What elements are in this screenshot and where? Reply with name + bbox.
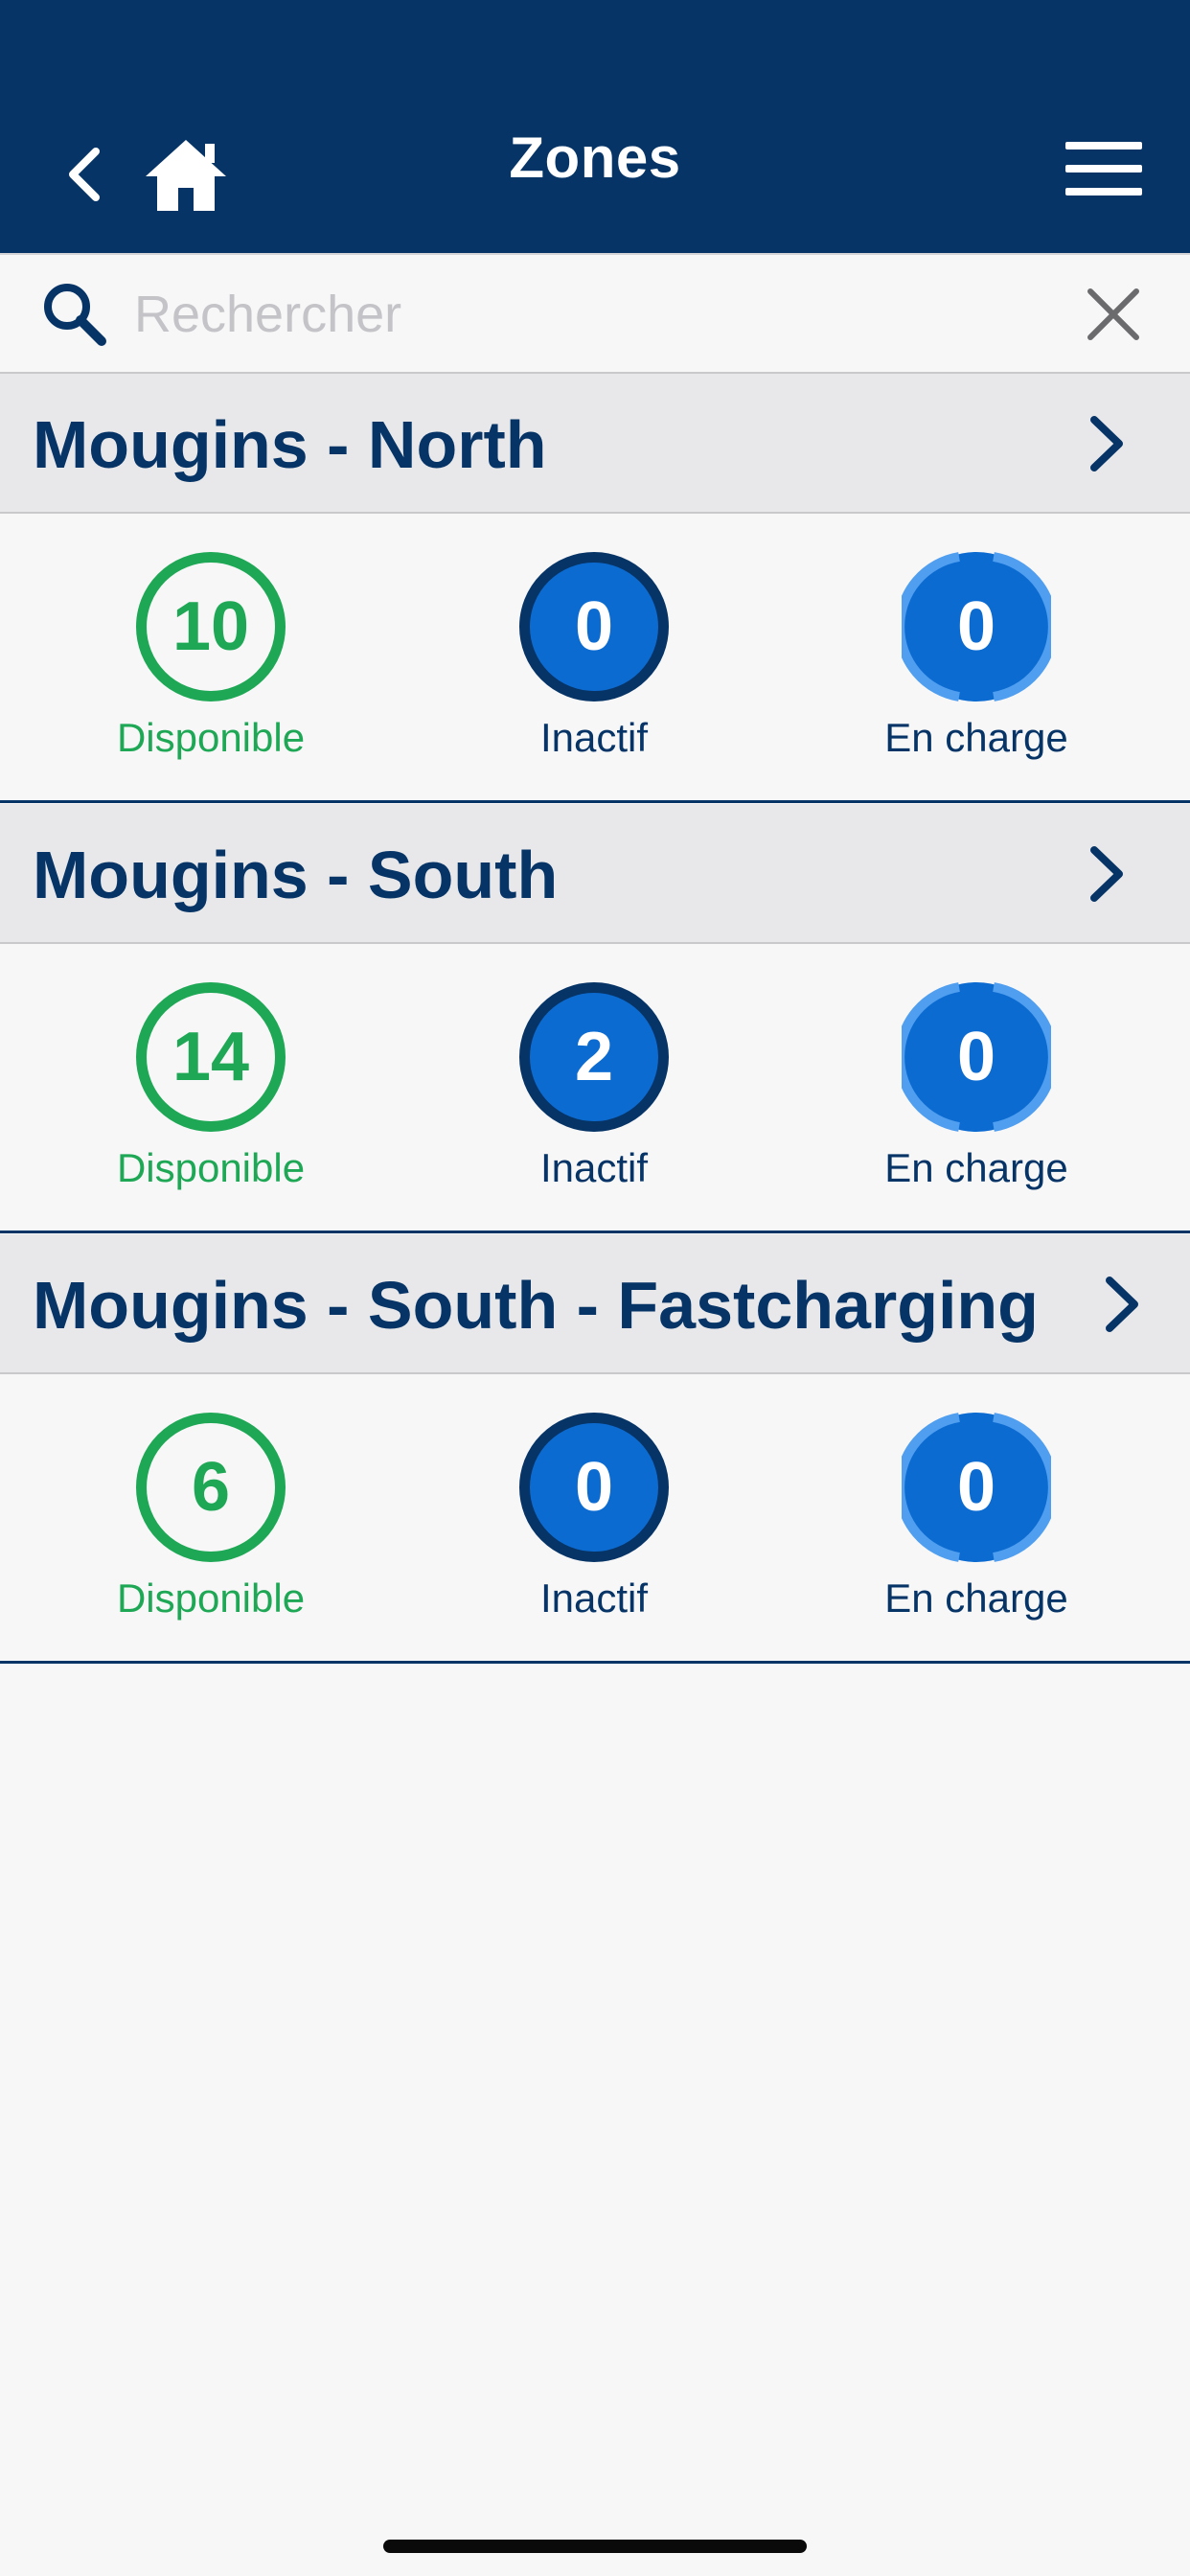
nav-header: Zones [0,0,1190,253]
stat-inactif: 0 Inactif [450,552,738,761]
disponible-count-circle: 10 [136,552,286,702]
stat-inactif: 2 Inactif [450,982,738,1191]
search-bar [0,253,1190,374]
en-charge-count-circle: 0 [902,1413,1051,1562]
zone-card: Mougins - North 10 Disponible 0 Inactif [0,374,1190,803]
en-charge-label: En charge [884,715,1068,760]
stat-inactif: 0 Inactif [450,1413,738,1622]
stat-disponible: 14 Disponible [67,982,355,1191]
stat-en-charge: 0 En charge [833,982,1120,1191]
zone-name: Mougins - South [33,838,559,912]
zone-header[interactable]: Mougins - South - Fastcharging [0,1234,1190,1374]
disponible-count: 14 [172,1019,250,1095]
disponible-count-circle: 14 [136,982,286,1132]
inactif-count: 2 [574,1019,614,1095]
en-charge-count: 0 [956,588,996,665]
zone-header[interactable]: Mougins - South [0,804,1190,944]
en-charge-count: 0 [956,1449,996,1526]
inactif-label: Inactif [539,715,649,760]
zone-header[interactable]: Mougins - North [0,374,1190,514]
zone-name: Mougins - South - Fastcharging [33,1268,1039,1343]
en-charge-count: 0 [956,1019,996,1095]
home-indicator[interactable] [383,2540,807,2553]
en-charge-label: En charge [884,1576,1068,1621]
app-screen: Zones Mougins - North [0,0,1190,2576]
stat-disponible: 10 Disponible [67,552,355,761]
inactif-label: Inactif [539,1576,649,1621]
stat-disponible: 6 Disponible [67,1413,355,1622]
disponible-count: 10 [172,588,250,665]
chevron-right-icon [1090,416,1123,472]
disponible-label: Disponible [116,715,306,760]
inactif-count: 0 [574,1449,614,1526]
inactif-count-circle: 0 [519,1413,669,1562]
hamburger-menu-icon [1065,142,1142,196]
search-icon [44,284,106,346]
zone-stats: 6 Disponible 0 Inactif 0 En charge [0,1374,1190,1664]
zone-stats: 14 Disponible 2 Inactif 0 En charge [0,944,1190,1233]
inactif-count-circle: 2 [519,982,669,1132]
en-charge-label: En charge [884,1145,1068,1190]
stat-en-charge: 0 En charge [833,1413,1120,1622]
search-input[interactable] [134,274,1035,355]
disponible-count: 6 [191,1449,231,1526]
menu-button[interactable] [1058,128,1150,209]
zone-card: Mougins - South - Fastcharging 6 Disponi… [0,1234,1190,1664]
inactif-label: Inactif [539,1145,649,1190]
en-charge-count-circle: 0 [902,982,1051,1132]
stat-en-charge: 0 En charge [833,552,1120,761]
zone-stats: 10 Disponible 0 Inactif 0 En charge [0,514,1190,803]
page-title: Zones [509,126,681,190]
clear-search-icon[interactable] [1077,278,1150,351]
disponible-count-circle: 6 [136,1413,286,1562]
zone-card: Mougins - South 14 Disponible 2 Inactif [0,804,1190,1233]
inactif-count: 0 [574,588,614,665]
en-charge-count-circle: 0 [902,552,1051,702]
disponible-label: Disponible [116,1145,306,1190]
zone-name: Mougins - North [33,407,547,482]
inactif-count-circle: 0 [519,552,669,702]
disponible-label: Disponible [116,1576,306,1621]
chevron-right-icon [1090,846,1123,902]
chevron-right-icon [1106,1276,1138,1332]
